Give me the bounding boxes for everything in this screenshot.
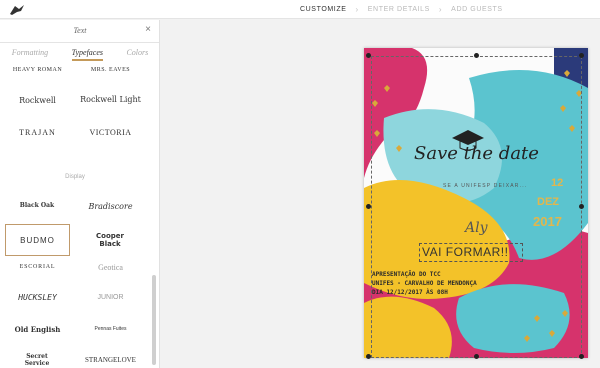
panel-scrollbar[interactable] — [152, 275, 156, 365]
font-option-secret-service[interactable]: Secret Service — [17, 344, 57, 368]
font-row: ESCORIAL Geotica — [0, 251, 150, 283]
font-option-rockwell-light[interactable]: Rockwell Light — [78, 84, 143, 116]
card-month[interactable]: DEZ — [537, 196, 559, 208]
close-icon[interactable]: × — [145, 24, 151, 35]
panel-tabs: Formatting Typefaces Colors — [0, 48, 159, 61]
font-row: Rockwell Rockwell Light — [0, 84, 150, 116]
card-detail-line: DIA 12/12/2017 ÀS 08H — [372, 289, 448, 296]
resize-handle[interactable] — [579, 354, 584, 359]
font-option-geotica[interactable]: Geotica — [78, 251, 143, 283]
resize-handle[interactable] — [366, 53, 371, 58]
step-enter-details[interactable]: ENTER DETAILS — [368, 6, 430, 13]
bird-logo-icon[interactable] — [8, 3, 26, 16]
font-row: HEAVY ROMAN MRS. EAVES — [0, 64, 150, 86]
font-option-escorial[interactable]: ESCORIAL — [5, 251, 70, 283]
card-title[interactable]: Save the date — [414, 143, 539, 164]
resize-handle[interactable] — [579, 204, 584, 209]
card-details[interactable]: APRESENTAÇÃO DO TCC UNIFES - CARVALHO DE… — [372, 270, 477, 297]
step-customize[interactable]: CUSTOMIZE — [300, 6, 347, 13]
font-option-bradiscore[interactable]: Bradiscore — [78, 190, 143, 222]
resize-handle[interactable] — [474, 53, 479, 58]
card-detail-line: APRESENTAÇÃO DO TCC — [372, 271, 441, 278]
font-option-hucksley[interactable]: HUCKSLEY — [5, 281, 70, 313]
font-option-trajan[interactable]: TRAJAN — [5, 116, 70, 148]
card-day[interactable]: 12 — [551, 177, 563, 189]
tab-formatting[interactable]: Formatting — [12, 48, 48, 61]
font-option-pennas-fuites[interactable]: Pennas Fuites — [78, 313, 143, 345]
font-option-victoria[interactable]: VICTORIA — [78, 116, 143, 148]
card-headline[interactable]: VAI FORMAR!! — [422, 245, 508, 259]
resize-handle[interactable] — [474, 354, 479, 359]
font-option-mrs-eaves[interactable]: MRS. EAVES — [78, 64, 143, 86]
font-list: HEAVY ROMAN MRS. EAVES Rockwell Rockwell… — [0, 64, 150, 368]
top-bar: CUSTOMIZE › ENTER DETAILS › ADD GUESTS — [0, 0, 600, 19]
card-detail-line: UNIFES - CARVALHO DE MENDONÇA — [372, 280, 477, 287]
text-panel: Text × Formatting Typefaces Colors HEAVY… — [0, 20, 160, 368]
resize-handle[interactable] — [366, 354, 371, 359]
progress-steps: CUSTOMIZE › ENTER DETAILS › ADD GUESTS — [300, 0, 503, 19]
font-option-heavy-roman[interactable]: HEAVY ROMAN — [5, 64, 70, 86]
font-row: Black Oak Bradiscore — [0, 190, 150, 222]
card-subtitle[interactable]: SE A UNIFESP DEIXAR... — [443, 183, 527, 189]
font-row: TRAJAN VICTORIA — [0, 116, 150, 148]
font-option-old-english[interactable]: Old English — [5, 313, 70, 345]
resize-handle[interactable] — [579, 53, 584, 58]
font-row: Old English Pennas Fuites — [0, 313, 150, 345]
card-name[interactable]: Aly — [465, 220, 488, 236]
step-add-guests[interactable]: ADD GUESTS — [451, 6, 503, 13]
step-separator: › — [438, 5, 443, 14]
tab-typefaces[interactable]: Typefaces — [71, 48, 104, 61]
resize-handle[interactable] — [366, 204, 371, 209]
font-option-black-oak[interactable]: Black Oak — [17, 190, 57, 222]
section-label-display: Display — [65, 174, 85, 180]
step-separator: › — [355, 5, 359, 14]
font-row: Secret Service STRANGELOVE — [0, 344, 150, 368]
divider — [0, 42, 159, 43]
font-option-rockwell[interactable]: Rockwell — [5, 84, 70, 116]
panel-title: Text — [73, 26, 87, 35]
card-year[interactable]: 2017 — [533, 214, 562, 229]
font-option-strangelove[interactable]: STRANGELOVE — [78, 344, 143, 368]
font-option-junior[interactable]: JUNIOR — [78, 281, 143, 313]
tab-colors[interactable]: Colors — [126, 48, 148, 61]
font-row: HUCKSLEY JUNIOR — [0, 281, 150, 313]
